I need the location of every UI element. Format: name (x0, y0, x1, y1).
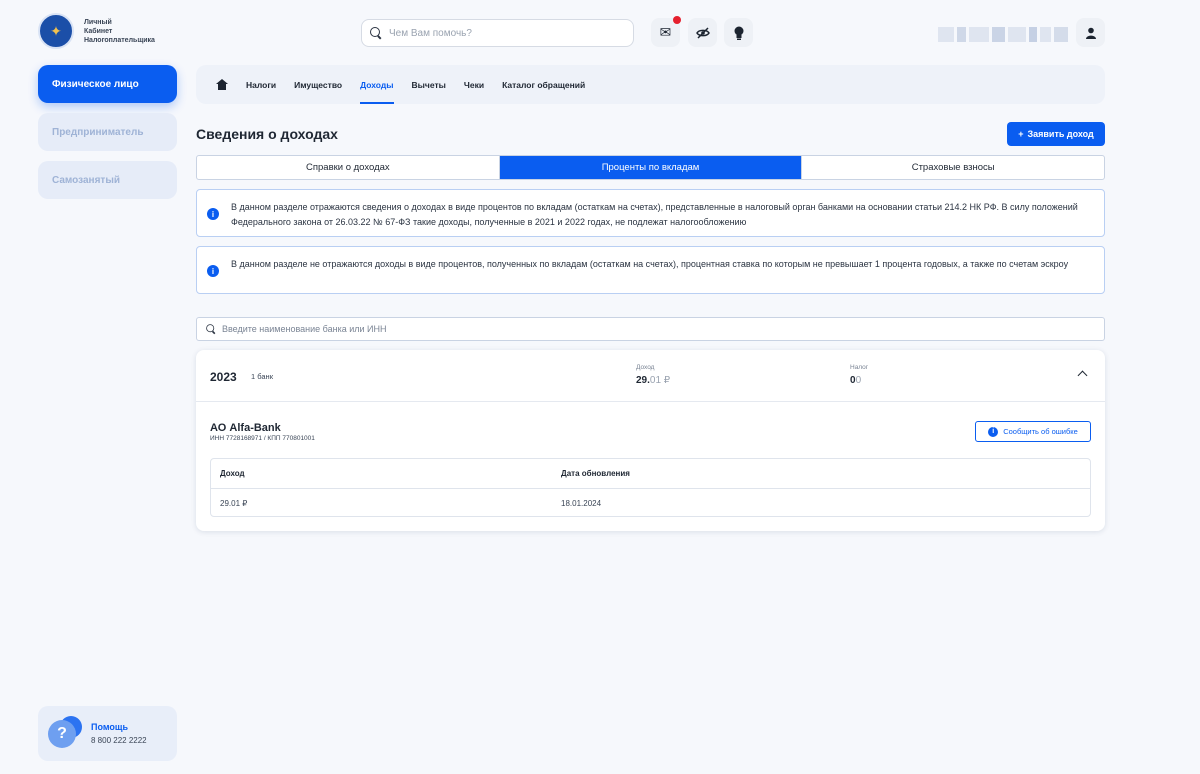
help-title: Помощь (91, 722, 129, 732)
income-total-main: 29. (636, 375, 650, 386)
tips-button[interactable] (724, 18, 753, 47)
info-notice-1: i В данном разделе отражаются сведения о… (196, 189, 1105, 237)
tax-total-fraction: 0 (855, 375, 862, 386)
table-header-row: Доход Дата обновления (211, 459, 1090, 488)
page-title: Сведения о доходах (196, 126, 338, 142)
bank-search[interactable] (196, 317, 1105, 341)
sidebar-item-self-employed[interactable]: Самозанятый (38, 161, 177, 199)
search-icon (206, 324, 216, 334)
bank-ids: ИНН 7728168971 / КПП 770801001 (210, 435, 315, 442)
report-error-button[interactable]: i Сообщить об ошибке (975, 421, 1091, 442)
table-header-update-date: Дата обновления (561, 469, 630, 478)
tax-label: Налог (850, 364, 869, 371)
info-icon: i (988, 426, 999, 437)
info-notice-2: i В данном разделе не отражаются доходы … (196, 246, 1105, 294)
income-total: 29.01 ₽ (636, 375, 670, 386)
income-label: Доход (636, 364, 655, 371)
help-widget[interactable]: ? Помощь 8 800 222 2222 (38, 706, 177, 761)
help-phone: 8 800 222 2222 (91, 736, 147, 745)
tab-insurance-contributions[interactable]: Страховые взносы (801, 156, 1104, 179)
nav-taxes[interactable]: Налоги (246, 65, 276, 104)
sidebar-item-individual[interactable]: Физическое лицо (38, 65, 177, 103)
tax-total: 00 (850, 375, 861, 386)
table-row: 29.01 ₽ 18.01.2024 (211, 488, 1090, 517)
bank-search-input[interactable] (222, 324, 1082, 334)
hide-amounts-button[interactable] (688, 18, 717, 47)
tab-income-certificates[interactable]: Справки о доходах (197, 156, 499, 179)
year-card: 2023 1 банк Доход 29.01 ₽ Налог 00 АО Al… (196, 350, 1105, 531)
profile-button[interactable] (1076, 18, 1105, 47)
nav-property[interactable]: Имущество (294, 65, 342, 104)
fns-logo[interactable]: ✦ Личный Кабинет Налогоплательщика (38, 13, 155, 49)
report-error-label: Сообщить об ошибке (1003, 427, 1078, 436)
eye-off-icon (695, 26, 710, 39)
chevron-up-icon[interactable] (1077, 370, 1088, 381)
nav-receipts[interactable]: Чеки (464, 65, 484, 104)
eagle-emblem-icon: ✦ (38, 13, 74, 49)
table-cell-income: 29.01 ₽ (220, 498, 248, 508)
global-search-input[interactable] (389, 27, 619, 39)
messages-button[interactable]: ✉ (651, 16, 681, 47)
logo-line-3: Налогоплательщика (84, 36, 155, 44)
info-icon: i (207, 208, 219, 220)
home-icon[interactable] (216, 79, 228, 90)
user-name-blur (938, 27, 1068, 42)
notification-dot (673, 16, 681, 24)
section-nav: Налоги Имущество Доходы Вычеты Чеки Ката… (196, 65, 1105, 104)
year-card-header[interactable]: 2023 1 банк Доход 29.01 ₽ Налог 00 (196, 350, 1105, 402)
income-tabs: Справки о доходах Проценты по вкладам Ст… (196, 155, 1105, 180)
help-question-icon: ? (48, 715, 84, 752)
tab-deposit-interest[interactable]: Проценты по вкладам (498, 156, 802, 179)
info-icon: i (207, 265, 219, 277)
nav-income[interactable]: Доходы (360, 65, 394, 104)
year-label: 2023 (210, 370, 237, 384)
bank-income-table: Доход Дата обновления 29.01 ₽ 18.01.2024 (210, 458, 1091, 517)
logo-text: Личный Кабинет Налогоплательщика (84, 18, 155, 45)
declare-income-label: Заявить доход (1027, 129, 1094, 139)
nav-requests-catalog[interactable]: Каталог обращений (502, 65, 585, 104)
table-header-income: Доход (220, 469, 245, 478)
info-notice-1-text: В данном разделе отражаются сведения о д… (231, 202, 1078, 227)
income-total-fraction: 01 ₽ (649, 375, 671, 386)
logo-line-2: Кабинет (84, 27, 113, 35)
declare-income-button[interactable]: + Заявить доход (1007, 122, 1105, 146)
lightbulb-icon (734, 26, 743, 40)
search-icon (370, 27, 382, 39)
nav-deductions[interactable]: Вычеты (412, 65, 446, 104)
global-search[interactable] (361, 19, 634, 47)
logo-line-1: Личный (84, 18, 112, 26)
user-icon (1085, 27, 1096, 39)
info-notice-2-text: В данном разделе не отражаются доходы в … (231, 259, 1069, 269)
bank-name: АО Alfa-Bank (210, 422, 281, 434)
plus-icon: + (1018, 129, 1024, 139)
envelope-icon: ✉ (659, 24, 672, 40)
table-cell-update-date: 18.01.2024 (561, 498, 602, 508)
sidebar-item-entrepreneur[interactable]: Предприниматель (38, 113, 177, 151)
bank-count: 1 банк (251, 372, 273, 381)
